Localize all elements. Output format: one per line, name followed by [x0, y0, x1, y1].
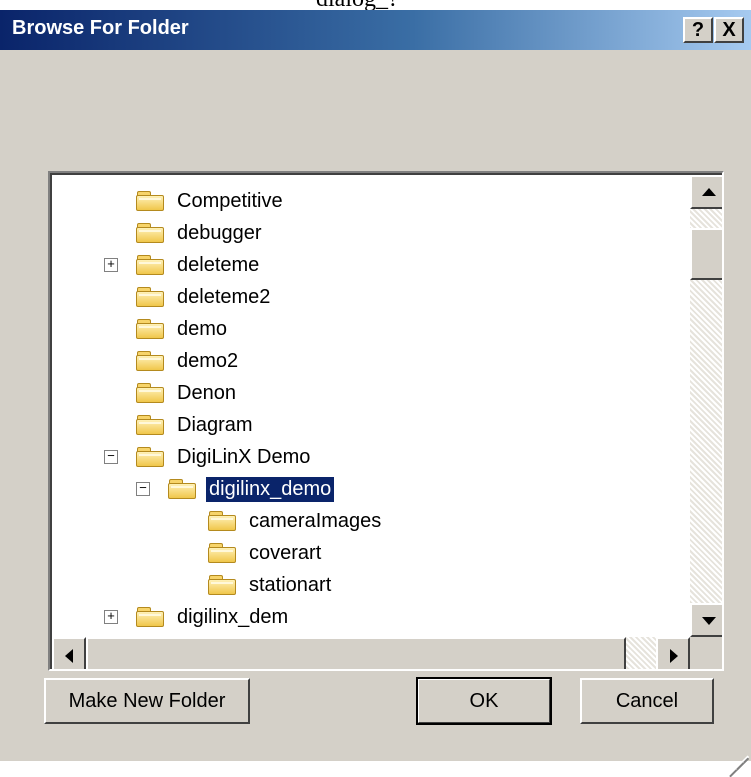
resize-grip-icon[interactable]	[725, 735, 749, 777]
folder-tree[interactable]: Competitive debugger + deleteme deleteme2 dem…	[48, 171, 724, 671]
scroll-left-button[interactable]	[52, 637, 86, 669]
help-button[interactable]: ?	[683, 17, 713, 43]
tree-item[interactable]: Competitive	[136, 187, 286, 215]
scroll-right-button[interactable]	[656, 637, 690, 669]
tree-item-label: Denon	[177, 381, 236, 404]
tree-item-label: stationart	[249, 573, 332, 596]
scrollbar-corner	[690, 637, 722, 669]
title-bar[interactable]: Browse For Folder ? X	[0, 10, 751, 50]
page-caption-fragment: dialog_?	[0, 0, 751, 10]
tree-item-label: debugger	[177, 221, 262, 244]
tree-item-label: coverart	[249, 541, 322, 564]
folder-icon	[136, 414, 166, 436]
tree-item[interactable]: − DigiLinX Demo	[104, 443, 313, 471]
horizontal-scrollbar[interactable]	[52, 637, 690, 669]
tree-item-label: demo	[177, 317, 228, 340]
tree-item-label: deleteme	[177, 253, 260, 276]
up-arrow-icon	[702, 188, 716, 196]
folder-icon	[136, 606, 166, 628]
folder-icon	[136, 318, 166, 340]
window-title: Browse For Folder	[12, 17, 189, 39]
folder-icon	[136, 446, 166, 468]
tree-item[interactable]: demo	[136, 315, 230, 343]
browse-for-folder-dialog: Browse For Folder ? X Competitive debugge…	[0, 10, 751, 777]
folder-icon	[208, 542, 238, 564]
vertical-scroll-thumb[interactable]	[690, 228, 722, 280]
down-arrow-icon	[702, 617, 716, 625]
tree-item[interactable]: debugger	[136, 219, 265, 247]
tree-item-label: Competitive	[177, 189, 283, 212]
folder-icon	[136, 254, 166, 276]
tree-item[interactable]: coverart	[208, 539, 324, 567]
folder-icon	[208, 574, 238, 596]
tree-item-label: deleteme2	[177, 285, 271, 308]
tree-item[interactable]: Denon	[136, 379, 239, 407]
scroll-down-button[interactable]	[690, 603, 722, 637]
collapse-icon[interactable]: −	[136, 482, 150, 496]
tree-item[interactable]: + digilinx_dem	[104, 603, 291, 631]
tree-item[interactable]: demo2	[136, 347, 241, 375]
tree-item[interactable]: + deleteme	[104, 251, 262, 279]
tree-item-label: DigiLinX Demo	[177, 445, 311, 468]
tree-item-label: demo2	[177, 349, 239, 372]
folder-icon	[208, 510, 238, 532]
tree-item-label: Diagram	[177, 413, 253, 436]
folder-icon	[136, 286, 166, 308]
close-button[interactable]: X	[714, 17, 744, 43]
expand-icon[interactable]: +	[104, 258, 118, 272]
tree-item-label: digilinx_demo	[204, 475, 336, 503]
folder-icon	[136, 190, 166, 212]
right-arrow-icon	[670, 649, 678, 663]
tree-item[interactable]: − digilinx_demo	[136, 475, 336, 503]
folder-icon	[136, 350, 166, 372]
vertical-scrollbar[interactable]	[690, 175, 722, 637]
tree-item[interactable]: cameraImages	[208, 507, 384, 535]
expand-icon[interactable]: +	[104, 610, 118, 624]
make-new-folder-button[interactable]: Make New Folder	[44, 678, 250, 724]
folder-icon	[168, 478, 198, 500]
caption-text: dialog_?	[316, 0, 399, 10]
tree-item-label: cameraImages	[249, 509, 382, 532]
tree-item[interactable]: stationart	[208, 571, 334, 599]
collapse-icon[interactable]: −	[104, 450, 118, 464]
folder-tree-content[interactable]: Competitive debugger + deleteme deleteme2 dem…	[52, 175, 690, 637]
tree-item-label: digilinx_dem	[177, 605, 289, 628]
folder-icon	[136, 222, 166, 244]
horizontal-scroll-thumb[interactable]	[86, 637, 626, 669]
cancel-button[interactable]: Cancel	[580, 678, 714, 724]
tree-item[interactable]: Diagram	[136, 411, 256, 439]
left-arrow-icon	[65, 649, 73, 663]
ok-button[interactable]: OK	[416, 677, 552, 725]
folder-tree-frame: Competitive debugger + deleteme deleteme2 dem…	[50, 173, 722, 669]
folder-icon	[136, 382, 166, 404]
scroll-up-button[interactable]	[690, 175, 722, 209]
tree-item[interactable]: deleteme2	[136, 283, 273, 311]
